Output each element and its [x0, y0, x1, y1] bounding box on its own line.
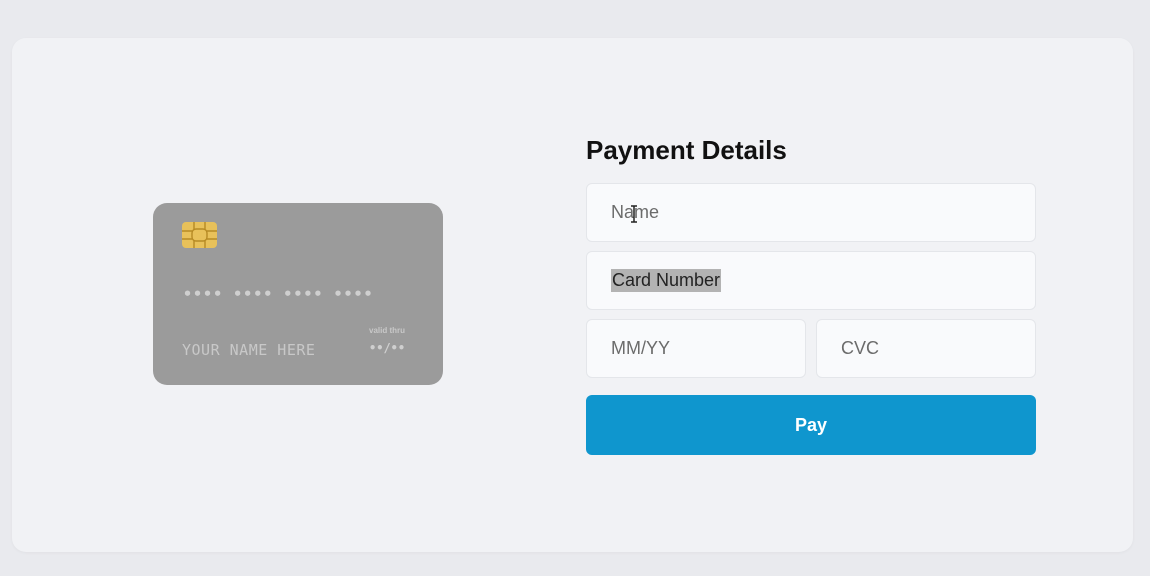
expiry-input[interactable] — [586, 319, 806, 378]
name-input[interactable] — [586, 183, 1036, 242]
card-number-display: •••• •••• •••• •••• — [183, 285, 374, 303]
card-expiry-display: ••/•• — [369, 341, 406, 355]
text-cursor-icon — [631, 205, 637, 223]
cvc-input[interactable] — [816, 319, 1036, 378]
pay-button[interactable]: Pay — [586, 395, 1036, 455]
chip-icon — [182, 222, 217, 248]
card-number-input[interactable] — [586, 251, 1036, 310]
credit-card-preview: •••• •••• •••• •••• valid thru YOUR NAME… — [153, 203, 443, 385]
page-title: Payment Details — [586, 135, 787, 165]
valid-thru-label: valid thru — [369, 326, 406, 335]
card-holder-display: YOUR NAME HERE — [182, 341, 316, 359]
